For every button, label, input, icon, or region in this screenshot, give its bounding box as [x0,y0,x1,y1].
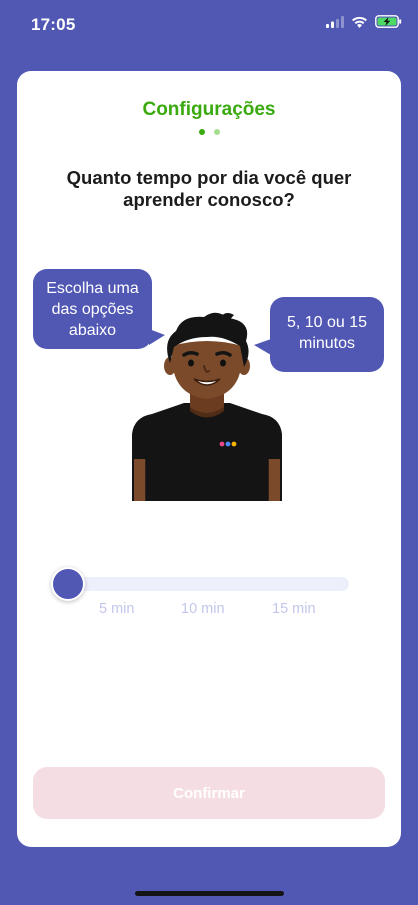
settings-card: Configurações Quanto tempo por dia você … [17,71,401,847]
slider-option-15-min[interactable]: 15 min [272,601,316,617]
status-bar: 17:05 [0,0,418,50]
status-icons [326,15,402,28]
page-title: Configurações [142,99,276,120]
slider-option-5-min[interactable]: 5 min [99,601,134,617]
speech-bubble-right-text: 5, 10 ou 15 minutos [286,314,368,352]
battery-charging-icon [375,15,402,28]
speech-bubble-right: 5, 10 ou 15 minutos [270,297,384,372]
signal-icon [326,15,344,28]
slider-option-10-min[interactable]: 10 min [181,601,225,617]
time-slider-handle[interactable] [51,567,85,601]
home-indicator [135,891,284,896]
progress-dot-active [198,129,205,135]
confirm-button[interactable]: Confirmar [33,767,385,819]
progress-dots [17,129,401,135]
time-slider-track[interactable] [55,577,349,591]
mascot-avatar [132,312,282,501]
status-time: 17:05 [31,15,76,34]
progress-dot-inactive [213,129,220,135]
question-heading: Quanto tempo por dia você quer aprender … [66,167,352,210]
wifi-icon [352,16,367,28]
